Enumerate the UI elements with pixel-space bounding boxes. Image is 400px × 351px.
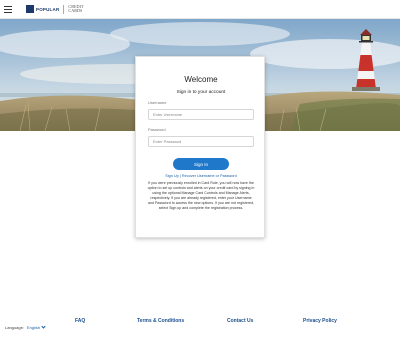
username-field[interactable] <box>148 109 254 120</box>
brand-subtitle: CREDIT CARDS <box>68 4 84 13</box>
footer-contact-link[interactable]: Contact Us <box>227 318 253 324</box>
password-label: Password <box>148 127 166 132</box>
brand-divider <box>63 4 65 14</box>
password-field[interactable] <box>148 136 254 147</box>
top-bar: POPULAR CREDIT CARDS <box>0 0 400 19</box>
login-subtitle: Sign in to your account <box>176 90 226 95</box>
footer-privacy-link[interactable]: Privacy Policy <box>303 318 337 324</box>
language-selector-row: Language: English <box>5 324 46 330</box>
brand-logo[interactable]: POPULAR CREDIT CARDS <box>26 4 84 14</box>
enrollment-notice: If you were previously enrolled in Card … <box>147 181 255 211</box>
language-value: English <box>26 325 41 330</box>
language-label: Language: <box>5 325 24 330</box>
login-card: Welcome Sign in to your account Username… <box>135 56 265 238</box>
footer-terms-link[interactable]: Terms & Conditions <box>137 318 184 324</box>
footer-faq-link[interactable]: FAQ <box>75 318 85 324</box>
language-select[interactable]: English <box>26 324 46 330</box>
recover-credentials-link[interactable]: Recover Username or Password <box>182 174 237 178</box>
username-label: Username <box>148 100 167 105</box>
hamburger-menu-icon[interactable] <box>4 0 20 19</box>
popular-logo-icon <box>26 5 34 13</box>
page-title: Welcome <box>184 75 218 84</box>
sign-in-button[interactable]: Sign In <box>173 158 229 170</box>
account-links: Sign Up | Recover Username or Password <box>136 174 266 178</box>
brand-name: POPULAR <box>36 6 60 12</box>
sign-up-link[interactable]: Sign Up <box>165 174 179 178</box>
chevron-down-icon <box>41 324 46 329</box>
